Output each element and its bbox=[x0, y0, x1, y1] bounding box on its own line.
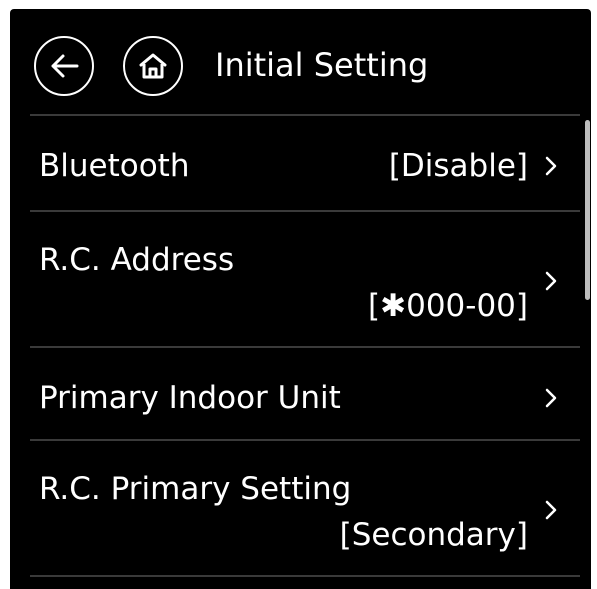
list-item[interactable] bbox=[30, 575, 580, 589]
setting-label: Primary Indoor Unit bbox=[39, 380, 341, 416]
chevron-right-icon bbox=[545, 388, 557, 408]
screen: Initial Setting Bluetooth [Disable] R.C.… bbox=[10, 9, 591, 589]
back-button[interactable] bbox=[34, 36, 94, 96]
setting-value: [Secondary] bbox=[339, 517, 528, 553]
home-icon bbox=[139, 53, 167, 79]
home-button[interactable] bbox=[123, 36, 183, 96]
page-title: Initial Setting bbox=[215, 46, 429, 84]
setting-row-bluetooth[interactable]: Bluetooth [Disable] bbox=[30, 114, 580, 210]
setting-row-rc-address[interactable]: R.C. Address [✱000-00] bbox=[30, 210, 580, 346]
settings-list: Bluetooth [Disable] R.C. Address [✱000-0… bbox=[30, 114, 580, 589]
header: Initial Setting bbox=[10, 9, 591, 114]
scrollbar[interactable] bbox=[585, 120, 590, 300]
setting-label: R.C. Primary Setting bbox=[39, 471, 352, 507]
setting-value: [Disable] bbox=[388, 148, 528, 184]
setting-row-primary-indoor-unit[interactable]: Primary Indoor Unit bbox=[30, 346, 580, 439]
setting-label: Bluetooth bbox=[39, 148, 190, 184]
chevron-right-icon bbox=[545, 271, 557, 291]
chevron-right-icon bbox=[545, 500, 557, 520]
setting-value: [✱000-00] bbox=[368, 288, 528, 324]
arrow-left-icon bbox=[51, 54, 79, 78]
setting-label: R.C. Address bbox=[39, 242, 235, 278]
chevron-right-icon bbox=[545, 156, 557, 176]
setting-row-rc-primary-setting[interactable]: R.C. Primary Setting [Secondary] bbox=[30, 439, 580, 575]
